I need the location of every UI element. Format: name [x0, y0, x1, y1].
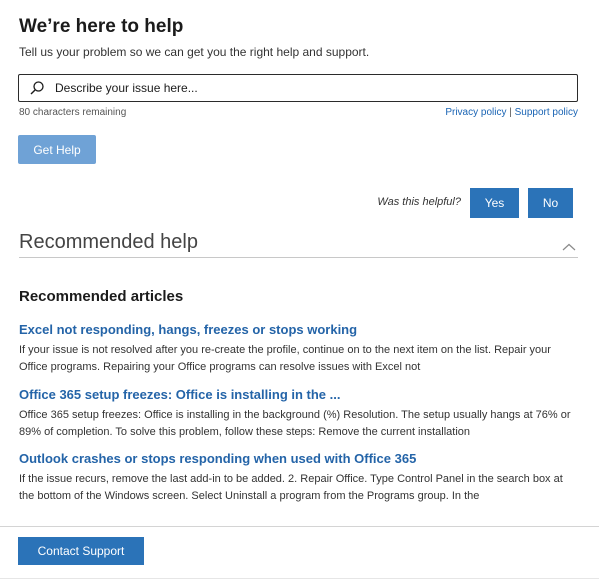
recommended-help-header[interactable]: Recommended help [19, 229, 578, 258]
article-item: Office 365 setup freezes: Office is inst… [19, 387, 581, 441]
search-input[interactable] [55, 76, 577, 100]
chevron-up-icon[interactable] [562, 238, 576, 256]
privacy-policy-link[interactable]: Privacy policy [445, 107, 506, 118]
footer-divider [0, 526, 599, 527]
article-link[interactable]: Excel not responding, hangs, freezes or … [19, 322, 581, 337]
get-help-button[interactable]: Get Help [18, 135, 96, 164]
page-title: We’re here to help [19, 16, 184, 37]
article-item: Outlook crashes or stops responding when… [19, 451, 581, 505]
no-button[interactable]: No [528, 188, 573, 218]
contact-support-button[interactable]: Contact Support [18, 537, 144, 565]
yes-button[interactable]: Yes [470, 188, 519, 218]
article-link[interactable]: Office 365 setup freezes: Office is inst… [19, 387, 581, 402]
support-policy-link[interactable]: Support policy [515, 107, 578, 118]
feedback-question: Was this helpful? [377, 196, 461, 208]
search-box[interactable] [18, 74, 578, 102]
policy-links: Privacy policy | Support policy [445, 107, 578, 118]
bottom-divider [0, 578, 599, 579]
article-description: Office 365 setup freezes: Office is inst… [19, 409, 571, 438]
feedback-bar: Was this helpful? Yes No [0, 188, 599, 218]
page-subtitle: Tell us your problem so we can get you t… [19, 45, 370, 59]
recommended-articles-title: Recommended articles [19, 288, 184, 305]
article-description: If your issue is not resolved after you … [19, 344, 551, 373]
article-item: Excel not responding, hangs, freezes or … [19, 322, 581, 376]
recommended-help-title: Recommended help [19, 231, 198, 253]
chars-remaining: 80 characters remaining [19, 107, 127, 118]
search-icon [19, 75, 55, 101]
article-link[interactable]: Outlook crashes or stops responding when… [19, 451, 581, 466]
article-description: If the issue recurs, remove the last add… [19, 473, 563, 502]
policy-separator: | [506, 107, 515, 118]
